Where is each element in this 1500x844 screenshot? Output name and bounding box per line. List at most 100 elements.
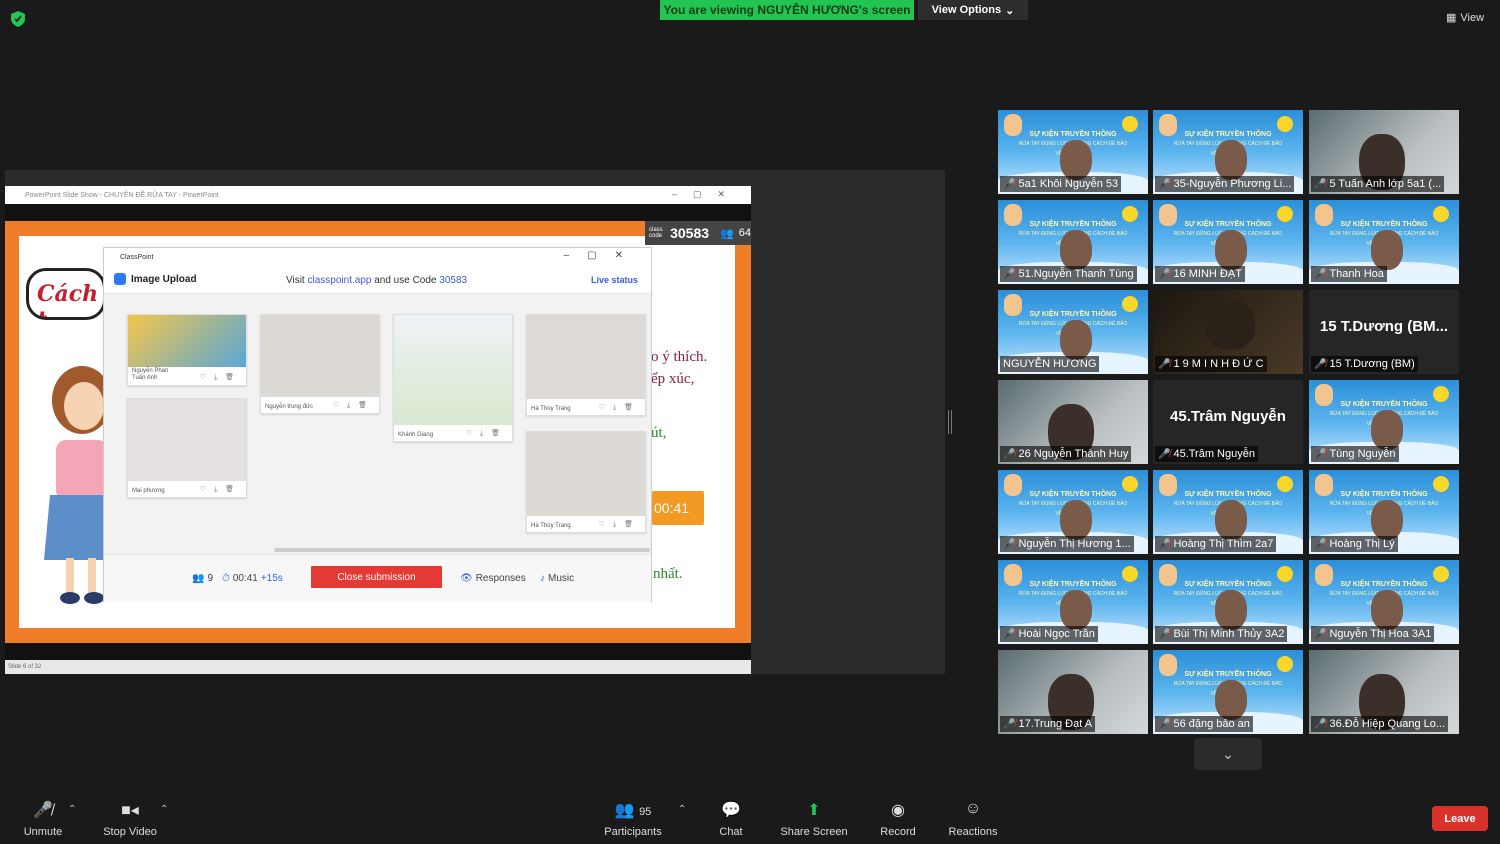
classpoint-window-controls[interactable]: –▢✕ xyxy=(564,250,641,261)
audio-options-caret[interactable]: ⌃ xyxy=(68,804,76,815)
participant-name: 35-Nguyễn Phương Li... xyxy=(1173,178,1292,190)
muted-mic-icon: 🎤̸ xyxy=(1158,178,1171,190)
participant-name-tag: 🎤̸ 5a1 Khôi Nguyễn 53 xyxy=(1000,176,1122,192)
participant-name: 5 Tuấn Anh lớp 5a1 (... xyxy=(1329,178,1442,190)
participant-tile[interactable]: SỰ KIỆN TRUYỀN THÔNGRỬA TAY ĐÚNG LÚC VÀ … xyxy=(1153,650,1303,734)
participant-tile[interactable]: 🎤̸ 26 Nguyễn Thành Huy xyxy=(998,380,1148,464)
leave-button[interactable]: Leave xyxy=(1432,806,1488,831)
submission-name: Nguyễn Phan Tuấn Anh xyxy=(132,368,169,381)
video-options-caret[interactable]: ⌃ xyxy=(160,804,168,815)
visit-link[interactable]: classpoint.app xyxy=(308,275,372,286)
muted-mic-icon: 🎤̸ xyxy=(1314,448,1327,460)
reactions-button[interactable]: ☺ Reactions xyxy=(946,800,1000,838)
participant-tile[interactable]: 45.Trâm Nguyễn 🎤̸ 45.Trâm Nguyễn xyxy=(1153,380,1303,464)
card-actions[interactable]: ♡⤓🗑 xyxy=(333,401,375,410)
participant-tile[interactable]: SỰ KIỆN TRUYỀN THÔNGRỬA TAY ĐÚNG LÚC VÀ … xyxy=(1309,560,1459,644)
participant-name: Tùng Nguyễn xyxy=(1329,448,1396,460)
participant-name: 56 đặng bảo an xyxy=(1173,718,1250,730)
visit-code: 30583 xyxy=(439,275,468,286)
participant-tile[interactable]: 🎤̸ 5 Tuấn Anh lớp 5a1 (... xyxy=(1309,110,1459,194)
card-actions[interactable]: ♡⤓🗑 xyxy=(599,403,641,412)
live-status-link[interactable]: Live status xyxy=(591,275,638,285)
participant-name: NGUYỄN HƯƠNG xyxy=(1003,358,1097,370)
participant-name-tag: 🎤̸ 17.Trung Đạt A xyxy=(1000,716,1096,732)
muted-mic-icon: 🎤̸ xyxy=(1158,718,1171,730)
card-actions[interactable]: ♡⤓🗑 xyxy=(466,429,508,438)
card-actions[interactable]: ♡⤓🗑 xyxy=(599,520,641,529)
participant-tile[interactable]: 15 T.Dương (BM... 🎤̸ 15 T.Dương (BM) xyxy=(1309,290,1459,374)
participant-face xyxy=(1060,500,1092,540)
submission-image[interactable] xyxy=(261,315,379,397)
music-button[interactable]: ♪ Music xyxy=(540,573,574,584)
participant-tile[interactable]: SỰ KIỆN TRUYỀN THÔNGRỬA TAY ĐÚNG LÚC VÀ … xyxy=(1153,560,1303,644)
participant-tile[interactable]: SỰ KIỆN TRUYỀN THÔNGRỬA TAY ĐÚNG LÚC VÀ … xyxy=(998,470,1148,554)
add-time-button[interactable]: +15s xyxy=(261,573,283,584)
classpoint-logo-icon xyxy=(114,273,126,285)
card-actions[interactable]: ♡⤓🗑 xyxy=(200,485,242,494)
participant-name-tag: 🎤̸ 16 MINH ĐẠT xyxy=(1155,266,1245,282)
muted-microphone-icon: 🎤̸ xyxy=(33,802,53,819)
classpoint-footer: 👥 9 ⏱ 00:41 +15s Close submission 👁 Resp… xyxy=(104,554,651,602)
participant-tile[interactable]: SỰ KIỆN TRUYỀN THÔNGRỬA TAY ĐÚNG LÚC VÀ … xyxy=(998,560,1148,644)
share-screen-button[interactable]: ⬆ Share Screen xyxy=(778,800,850,838)
participant-tile[interactable]: SỰ KIỆN TRUYỀN THÔNGRỬA TAY ĐÚNG LÚC VÀ … xyxy=(998,290,1148,374)
record-button[interactable]: ◉ Record xyxy=(876,800,920,838)
participant-tile[interactable]: SỰ KIỆN TRUYỀN THÔNGRỬA TAY ĐÚNG LÚC VÀ … xyxy=(1309,380,1459,464)
submission-image[interactable] xyxy=(394,315,512,425)
participant-face xyxy=(1205,300,1255,350)
participant-face xyxy=(1060,590,1092,630)
muted-mic-icon: 🎤̸ xyxy=(1314,538,1327,550)
participant-tile[interactable]: SỰ KIỆN TRUYỀN THÔNGRỬA TAY ĐÚNG LÚC VÀ … xyxy=(998,110,1148,194)
close-submission-button[interactable]: Close submission xyxy=(311,566,442,588)
submission-card[interactable]: Hà Thùy Trang ♡⤓🗑 xyxy=(526,431,646,533)
participant-tile[interactable]: SỰ KIỆN TRUYỀN THÔNGRỬA TAY ĐÚNG LÚC VÀ … xyxy=(1153,110,1303,194)
chat-button[interactable]: 💬 Chat xyxy=(714,800,748,838)
visit-instruction: Visit classpoint.app and use Code 30583 xyxy=(286,275,467,286)
card-actions[interactable]: ♡⤓🗑 xyxy=(200,373,242,382)
submission-image[interactable] xyxy=(527,315,645,399)
participant-tile[interactable]: SỰ KIỆN TRUYỀN THÔNGRỬA TAY ĐÚNG LÚC VÀ … xyxy=(1309,200,1459,284)
chat-label: Chat xyxy=(719,826,743,838)
participant-tile[interactable]: SỰ KIỆN TRUYỀN THÔNGRỬA TAY ĐÚNG LÚC VÀ … xyxy=(1153,200,1303,284)
participant-tile[interactable]: SỰ KIỆN TRUYỀN THÔNGRỬA TAY ĐÚNG LÚC VÀ … xyxy=(1309,470,1459,554)
submission-card[interactable]: Mai phương ♡⤓🗑 xyxy=(127,398,247,498)
submission-card[interactable]: Nguyễn Phan Tuấn Anh ♡⤓🗑 xyxy=(127,314,247,386)
stop-video-button[interactable]: ■◂ Stop Video xyxy=(98,800,162,838)
participant-name-tag: 🎤̸ Nguyễn Thị Hoa 3A1 xyxy=(1311,626,1435,642)
submission-image[interactable] xyxy=(527,432,645,516)
participant-tile[interactable]: SỰ KIỆN TRUYỀN THÔNGRỬA TAY ĐÚNG LÚC VÀ … xyxy=(998,200,1148,284)
participant-tile[interactable]: 🎤̸ 17.Trung Đạt A xyxy=(998,650,1148,734)
security-shield-icon[interactable] xyxy=(11,11,25,27)
participant-name: 1 9 M I N H Đ Ứ C xyxy=(1173,358,1264,370)
responses-button[interactable]: 👁 Responses xyxy=(460,573,526,584)
slide-counter: Slide 6 of 32 xyxy=(8,664,42,670)
image-upload-tab[interactable]: Image Upload xyxy=(114,273,197,285)
submission-image[interactable] xyxy=(128,315,246,367)
powerpoint-title: PowerPoint Slide Show - CHUYÊN ĐỀ RỬA TA… xyxy=(25,191,219,199)
view-button[interactable]: ▦ View xyxy=(1446,11,1484,25)
participant-name: Nguyễn Thị Hương 1... xyxy=(1018,538,1131,550)
viewing-banner: You are viewing NGUYỄN HƯƠNG's screen xyxy=(660,0,914,20)
participants-button[interactable]: 👥 95 Participants xyxy=(600,800,666,838)
submission-image[interactable] xyxy=(128,399,246,481)
unmute-button[interactable]: 🎤̸ Unmute xyxy=(18,800,68,838)
submission-card[interactable]: Hà Thùy Trang ♡⤓🗑 xyxy=(526,314,646,416)
participant-tile[interactable]: SỰ KIỆN TRUYỀN THÔNGRỬA TAY ĐÚNG LÚC VÀ … xyxy=(1153,470,1303,554)
submission-card[interactable]: Khánh Giang ♡⤓🗑 xyxy=(393,314,513,442)
submission-name: Hà Thùy Trang xyxy=(531,523,571,529)
participant-name-tag: 🎤̸ Nguyễn Thị Hương 1... xyxy=(1000,536,1134,552)
submission-card[interactable]: Nguyễn trung đức ♡⤓🗑 xyxy=(260,314,380,414)
music-icon: ♪ xyxy=(540,573,545,584)
window-controls[interactable]: –▢✕ xyxy=(672,189,741,200)
participant-name: Hoàng Thị Lý xyxy=(1329,538,1395,550)
muted-mic-icon: 🎤̸ xyxy=(1003,448,1016,460)
panel-splitter[interactable] xyxy=(948,410,952,434)
horizontal-scrollbar[interactable] xyxy=(274,548,650,552)
view-options-button[interactable]: View Options ⌄ xyxy=(918,0,1028,20)
participant-tile[interactable]: 🎤̸ 1 9 M I N H Đ Ứ C xyxy=(1153,290,1303,374)
reactions-label: Reactions xyxy=(948,826,998,838)
participant-tile[interactable]: 🎤̸ 36.Đỗ Hiệp Quang Lo... xyxy=(1309,650,1459,734)
participants-options-caret[interactable]: ⌃ xyxy=(678,804,686,815)
submission-count: 👥 9 xyxy=(192,573,213,584)
gallery-next-page-button[interactable]: ⌄ xyxy=(1194,738,1262,770)
